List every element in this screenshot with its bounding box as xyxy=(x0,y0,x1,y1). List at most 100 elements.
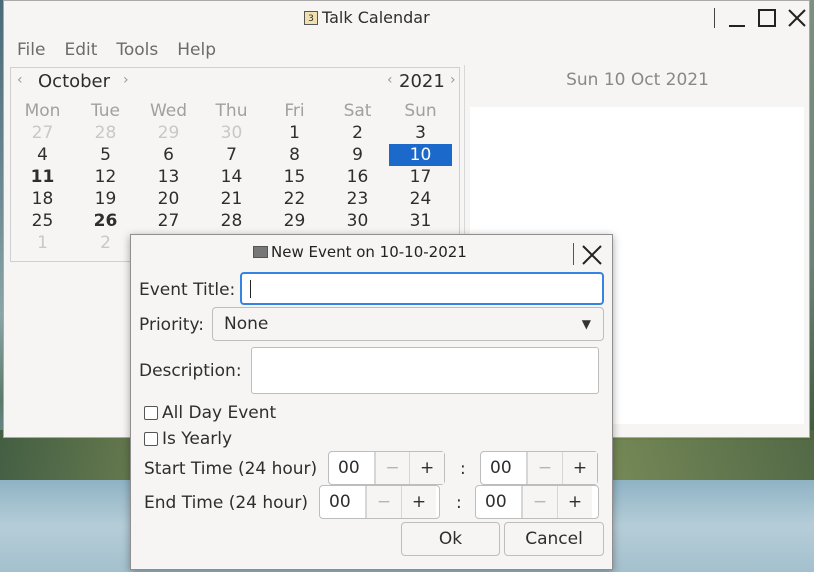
calendar-day[interactable]: 23 xyxy=(326,188,389,210)
yearly-checkbox[interactable]: Is Yearly xyxy=(144,429,232,449)
calendar-week-row: 4 5 6 7 8 9 10 xyxy=(11,144,459,166)
description-label: Description: xyxy=(139,361,242,381)
calendar-day[interactable]: 5 xyxy=(74,144,137,166)
all-day-label: All Day Event xyxy=(162,403,277,423)
calendar-day[interactable]: 2 xyxy=(326,122,389,144)
calendar-day[interactable]: 28 xyxy=(74,122,137,144)
next-year-icon[interactable]: › xyxy=(450,72,456,88)
calendar-day[interactable]: 8 xyxy=(263,144,326,166)
weekday-fri: Fri xyxy=(284,101,305,121)
calendar-day[interactable]: 27 xyxy=(11,122,74,144)
calendar-week-row: 25 26 27 28 29 30 31 xyxy=(11,210,459,232)
minimize-icon xyxy=(729,25,745,27)
calendar-day[interactable]: 21 xyxy=(200,188,263,210)
month-label: October xyxy=(38,71,111,92)
calendar-day[interactable]: 1 xyxy=(263,122,326,144)
weekday-header-row: Mon Tue Wed Thu Fri Sat Sun xyxy=(11,100,459,122)
window-title: 3 Talk Calendar xyxy=(304,8,430,27)
yearly-checkbox-box[interactable] xyxy=(144,432,158,446)
calendar-day[interactable]: 24 xyxy=(389,188,452,210)
calendar-day-marked[interactable]: 11 xyxy=(11,166,74,188)
calendar-day[interactable]: 29 xyxy=(137,122,200,144)
start-hour-increment-button[interactable]: + xyxy=(409,452,444,484)
dialog-titlebar-separator xyxy=(573,243,574,265)
calendar-day[interactable]: 17 xyxy=(389,166,452,188)
calendar-day[interactable]: 14 xyxy=(200,166,263,188)
dialog-title-text: New Event on 10-10-2021 xyxy=(271,243,467,261)
calendar-day[interactable]: 2 xyxy=(74,232,137,254)
menubar: File Edit Tools Help xyxy=(4,37,814,63)
calendar-header: ‹ October › ‹ 2021 › xyxy=(11,68,459,96)
calendar-day[interactable]: 15 xyxy=(263,166,326,188)
dialog-close-button[interactable] xyxy=(581,238,603,273)
all-day-checkbox[interactable]: All Day Event xyxy=(144,403,276,423)
calendar-day[interactable]: 20 xyxy=(137,188,200,210)
end-minute-decrement-button[interactable]: − xyxy=(522,486,557,518)
end-hour-increment-button[interactable]: + xyxy=(401,486,436,518)
calendar-day[interactable]: 3 xyxy=(389,122,452,144)
window-title-text: Talk Calendar xyxy=(322,8,430,27)
minimize-button[interactable] xyxy=(726,7,748,29)
calendar-grid: Mon Tue Wed Thu Fri Sat Sun 27 28 29 30 … xyxy=(11,100,459,254)
end-hour-spinner: 00 − + xyxy=(319,485,440,519)
priority-dropdown[interactable]: None ▼ xyxy=(212,307,604,341)
selected-date-label: Sun 10 Oct 2021 xyxy=(566,70,709,90)
cancel-button[interactable]: Cancel xyxy=(504,522,604,556)
end-minute-increment-button[interactable]: + xyxy=(557,486,592,518)
calendar-day[interactable]: 18 xyxy=(11,188,74,210)
start-hour-decrement-button[interactable]: − xyxy=(374,452,410,484)
titlebar-separator xyxy=(714,8,715,28)
maximize-icon xyxy=(758,9,776,27)
event-title-input[interactable] xyxy=(240,272,604,305)
menu-edit[interactable]: Edit xyxy=(64,37,97,63)
calendar-day[interactable]: 19 xyxy=(74,188,137,210)
start-time-label: Start Time (24 hour) xyxy=(144,459,318,479)
calendar-day[interactable]: 30 xyxy=(326,210,389,232)
calendar-day[interactable]: 4 xyxy=(11,144,74,166)
start-hour-value[interactable]: 00 xyxy=(329,452,375,484)
priority-value: None xyxy=(224,314,269,334)
start-minute-spinner: 00 − + xyxy=(480,451,598,485)
calendar-day[interactable]: 28 xyxy=(200,210,263,232)
calendar-app-icon: 3 xyxy=(304,10,318,25)
calendar-day[interactable]: 29 xyxy=(263,210,326,232)
calendar-day[interactable]: 16 xyxy=(326,166,389,188)
maximize-button[interactable] xyxy=(756,7,778,29)
description-textarea[interactable] xyxy=(251,347,599,394)
dialog-app-icon xyxy=(253,246,268,258)
calendar-day[interactable]: 22 xyxy=(263,188,326,210)
prev-month-icon[interactable]: ‹ xyxy=(17,72,23,88)
calendar-day[interactable]: 13 xyxy=(137,166,200,188)
prev-year-icon[interactable]: ‹ xyxy=(387,72,393,88)
start-minute-decrement-button[interactable]: − xyxy=(527,452,562,484)
calendar-day[interactable]: 31 xyxy=(389,210,452,232)
calendar-day[interactable]: 12 xyxy=(74,166,137,188)
menu-file[interactable]: File xyxy=(17,37,45,63)
menu-help[interactable]: Help xyxy=(177,37,216,63)
end-time-colon: : xyxy=(456,493,462,513)
close-button[interactable] xyxy=(786,7,808,29)
start-hour-spinner: 00 − + xyxy=(328,451,445,485)
calendar-day[interactable]: 7 xyxy=(200,144,263,166)
calendar-day[interactable]: 30 xyxy=(200,122,263,144)
start-minute-value[interactable]: 00 xyxy=(481,452,527,484)
ok-button[interactable]: Ok xyxy=(401,522,500,556)
end-hour-decrement-button[interactable]: − xyxy=(366,486,401,518)
end-hour-value[interactable]: 00 xyxy=(320,486,366,518)
next-month-icon[interactable]: › xyxy=(123,72,129,88)
chevron-down-icon: ▼ xyxy=(581,317,591,331)
calendar-week-row: 27 28 29 30 1 2 3 xyxy=(11,122,459,144)
start-minute-increment-button[interactable]: + xyxy=(562,452,597,484)
text-caret xyxy=(250,280,251,298)
calendar-day[interactable]: 1 xyxy=(11,232,74,254)
all-day-checkbox-box[interactable] xyxy=(144,406,158,420)
calendar-widget: ‹ October › ‹ 2021 › Mon Tue Wed Thu Fri… xyxy=(10,67,460,262)
calendar-day[interactable]: 9 xyxy=(326,144,389,166)
calendar-day[interactable]: 6 xyxy=(137,144,200,166)
calendar-day-selected[interactable]: 10 xyxy=(389,144,452,166)
calendar-day-marked[interactable]: 26 xyxy=(74,210,137,232)
end-minute-value[interactable]: 00 xyxy=(476,486,522,518)
calendar-day[interactable]: 25 xyxy=(11,210,74,232)
calendar-day[interactable]: 27 xyxy=(137,210,200,232)
menu-tools[interactable]: Tools xyxy=(116,37,158,63)
